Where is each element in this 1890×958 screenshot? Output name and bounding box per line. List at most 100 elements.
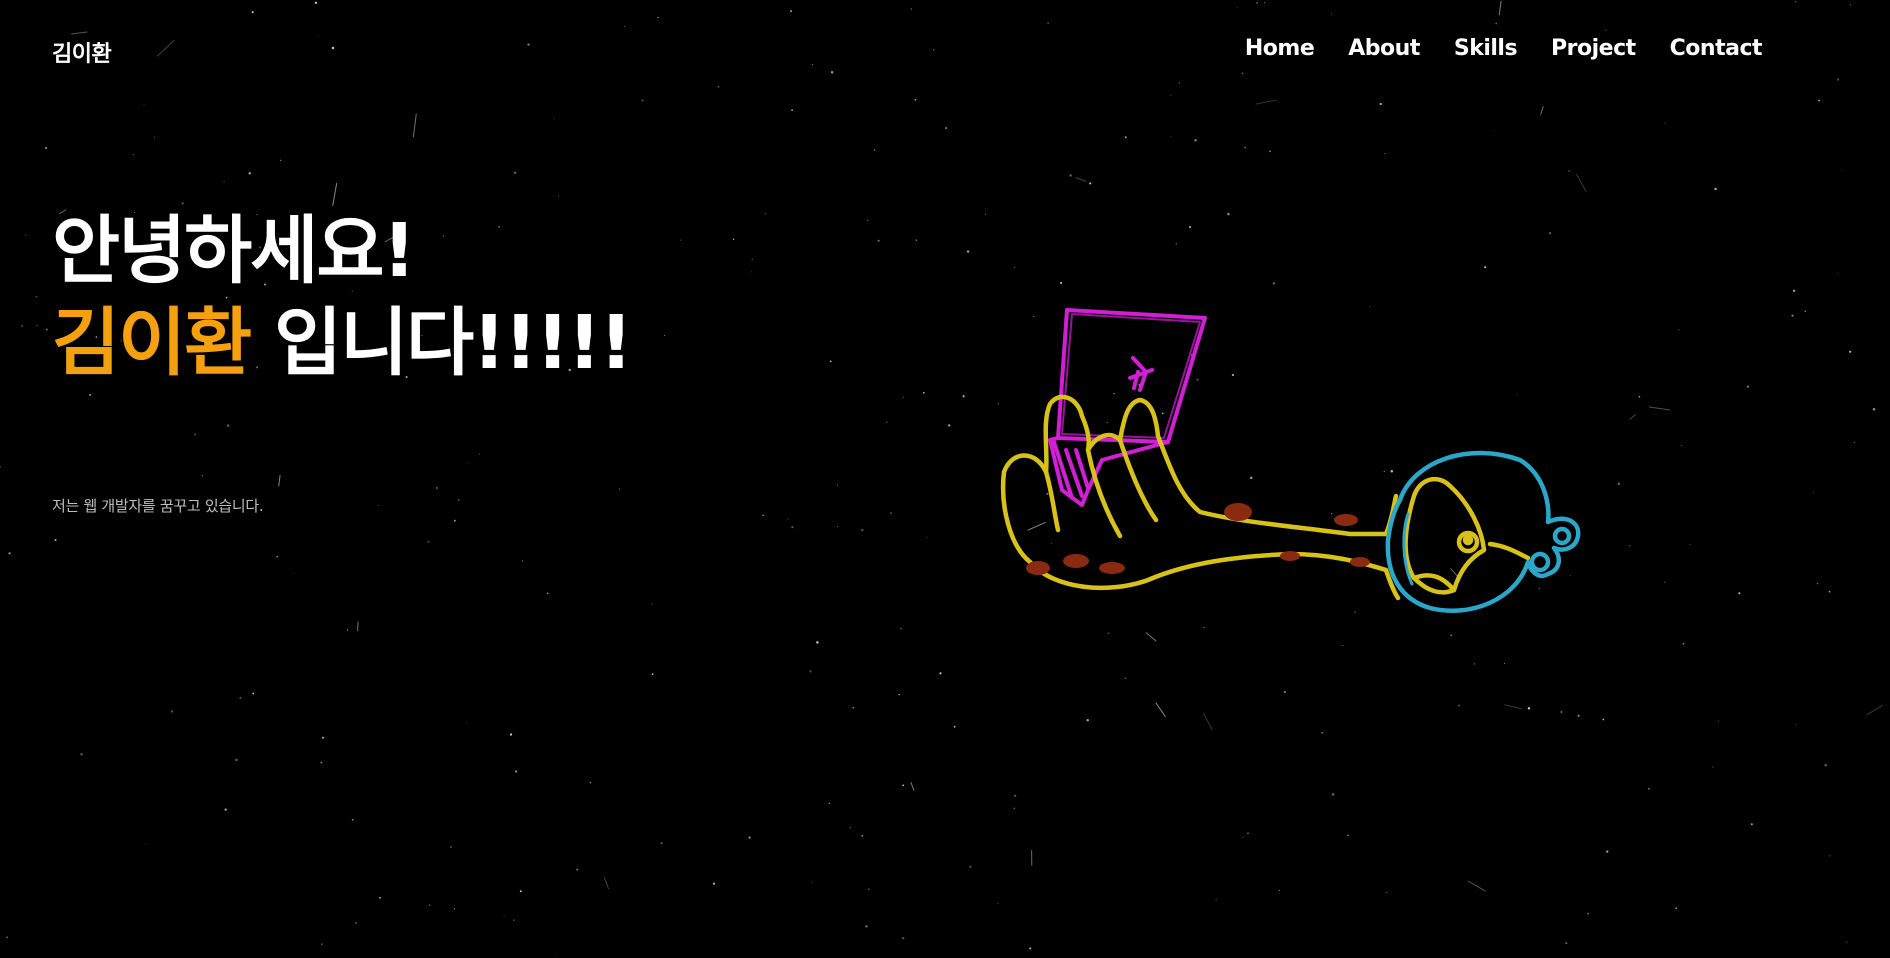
star-dot bbox=[1069, 174, 1072, 177]
star-dot bbox=[1804, 310, 1807, 313]
star-dot bbox=[20, 324, 24, 327]
hero-section: 안녕하세요! 김이환 입니다!!!!! bbox=[52, 205, 772, 389]
star-dot bbox=[1242, 836, 1244, 838]
star-dot bbox=[748, 836, 751, 839]
star-dot bbox=[787, 518, 789, 520]
star-dot bbox=[1846, 941, 1848, 943]
star-dot bbox=[866, 219, 869, 221]
star-dot bbox=[1175, 243, 1178, 245]
star-dot bbox=[1188, 226, 1192, 229]
star-dot bbox=[939, 672, 942, 675]
star-dot bbox=[351, 818, 354, 821]
star-dot bbox=[1029, 947, 1032, 950]
star-dot bbox=[849, 826, 852, 829]
star-dot bbox=[1565, 942, 1568, 945]
star-dot bbox=[1828, 590, 1831, 593]
star-dot bbox=[1872, 407, 1876, 411]
star-dot bbox=[279, 159, 282, 162]
star-dot bbox=[852, 707, 854, 709]
star-dot bbox=[379, 896, 382, 899]
star-dot bbox=[1244, 146, 1247, 149]
star-dot bbox=[712, 882, 716, 885]
page: 김이환 Home About Skills Project Contact 안녕… bbox=[0, 0, 1890, 958]
star-dot bbox=[926, 536, 928, 538]
hand-holding-book-illustration bbox=[1000, 308, 1581, 613]
hero-subtitle: 저는 웹 개발자를 꿈꾸고 있습니다. bbox=[52, 497, 264, 515]
star-dot bbox=[1638, 396, 1641, 398]
star-dot bbox=[589, 781, 592, 784]
star-dot bbox=[1013, 794, 1017, 797]
star-dot bbox=[248, 172, 251, 175]
star-dot bbox=[513, 171, 517, 174]
star-streak bbox=[412, 113, 417, 138]
star-streak bbox=[278, 475, 281, 487]
star-streak bbox=[1576, 173, 1587, 193]
star-dot bbox=[1717, 721, 1719, 723]
star-dot bbox=[791, 526, 794, 529]
star-dot bbox=[1347, 834, 1349, 837]
star-dot bbox=[1617, 482, 1620, 485]
star-dot bbox=[915, 239, 918, 241]
starfield-background bbox=[0, 0, 1884, 958]
star-dot bbox=[519, 890, 522, 893]
star-dot bbox=[435, 486, 439, 490]
star-dot bbox=[553, 117, 555, 119]
star-dot bbox=[900, 627, 902, 630]
star-dot bbox=[877, 239, 880, 242]
star-dot bbox=[811, 881, 813, 883]
star-dot bbox=[1712, 766, 1714, 768]
star-dot bbox=[143, 104, 145, 106]
star-dot bbox=[546, 592, 549, 595]
star-dot bbox=[1587, 913, 1589, 915]
star-dot bbox=[1678, 329, 1680, 331]
star-dot bbox=[1816, 582, 1819, 585]
star-dot bbox=[901, 936, 905, 940]
star-dot bbox=[1750, 823, 1753, 826]
star-dot bbox=[1606, 850, 1609, 853]
star-dot bbox=[997, 903, 999, 904]
star-dot bbox=[320, 761, 323, 764]
star-dot bbox=[1837, 273, 1839, 275]
star-dot bbox=[861, 834, 864, 837]
star-dot bbox=[132, 154, 134, 156]
star-dot bbox=[1791, 314, 1794, 317]
star-streak bbox=[1629, 414, 1637, 420]
hero-name: 김이환 bbox=[52, 300, 252, 386]
star-dot bbox=[1675, 907, 1677, 909]
star-dot bbox=[1841, 169, 1843, 171]
star-dot bbox=[1680, 444, 1683, 447]
star-dot bbox=[201, 474, 204, 477]
star-dot bbox=[558, 196, 560, 198]
star-dot bbox=[828, 802, 831, 805]
star-dot bbox=[24, 234, 26, 236]
nav-project[interactable]: Project bbox=[1551, 36, 1636, 61]
star-dot bbox=[224, 808, 227, 811]
star-dot bbox=[1247, 832, 1249, 834]
star-dot bbox=[1227, 212, 1230, 216]
star-dot bbox=[478, 453, 480, 455]
star-dot bbox=[153, 137, 155, 139]
star-dot bbox=[194, 433, 197, 436]
star-dot bbox=[1664, 581, 1666, 583]
main-nav: Home About Skills Project Contact bbox=[1245, 36, 1763, 61]
star-dot bbox=[1714, 187, 1717, 191]
nav-contact[interactable]: Contact bbox=[1670, 36, 1763, 61]
star-dot bbox=[1602, 718, 1605, 721]
star-dot bbox=[427, 540, 430, 543]
site-logo[interactable]: 김이환 bbox=[52, 36, 112, 68]
star-dot bbox=[252, 692, 255, 695]
star-dot bbox=[1124, 136, 1127, 139]
star-dot bbox=[962, 395, 965, 398]
star-dot bbox=[1682, 643, 1685, 645]
nav-skills[interactable]: Skills bbox=[1454, 36, 1518, 61]
star-dot bbox=[1738, 592, 1741, 595]
nav-home[interactable]: Home bbox=[1245, 36, 1315, 61]
star-dot bbox=[861, 528, 864, 532]
nav-about[interactable]: About bbox=[1348, 36, 1420, 61]
star-dot bbox=[235, 758, 238, 762]
star-dot bbox=[355, 922, 357, 924]
star-dot bbox=[453, 519, 456, 522]
star-dot bbox=[170, 710, 174, 713]
star-dot bbox=[809, 670, 812, 673]
star-dot bbox=[1089, 182, 1092, 185]
